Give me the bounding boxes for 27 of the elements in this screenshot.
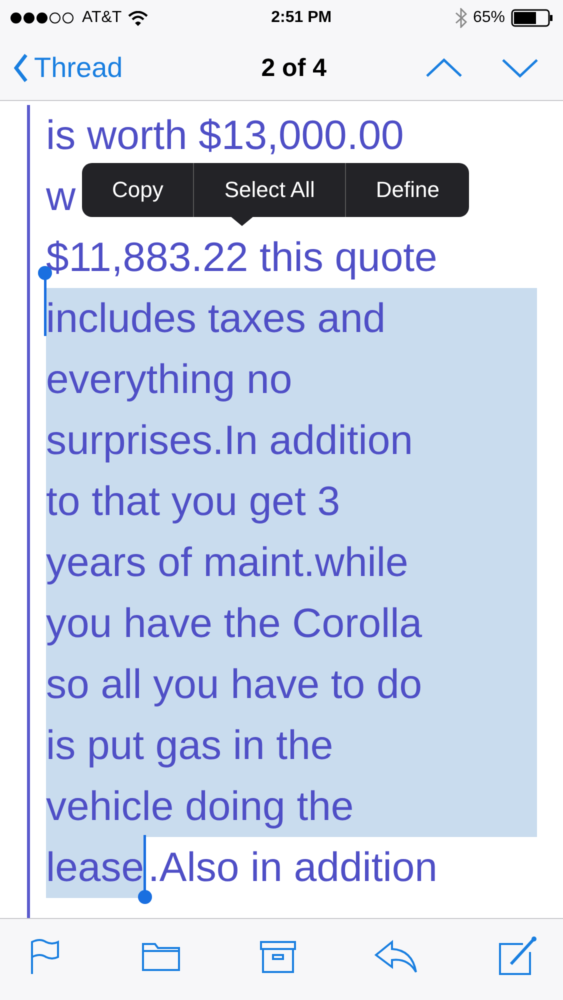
clock-time: 2:51 PM [271,9,332,27]
message-text: .Also in addition [148,843,438,892]
wifi-icon [128,10,148,26]
menu-item[interactable]: Copy [82,163,194,217]
carrier-name: AT&T [82,9,122,27]
message-text: vehicle doing the [46,776,537,837]
message-text: is put gas in the [46,715,537,776]
message-text: w [46,172,76,221]
battery-percent: 65% [472,9,505,27]
message-text: so all you have to do [46,654,537,715]
message-text: years of maint.while [46,532,537,593]
chevron-left-icon [14,53,28,83]
message-text: everything no [46,349,537,410]
message-counter: 2 of 4 [261,54,326,82]
back-button[interactable]: Thread [14,52,123,84]
battery-icon [510,9,553,27]
message-text: $11,883.22 this quote [46,233,438,282]
message-text: lease [46,837,144,898]
bluetooth-icon [454,8,467,28]
compose-icon[interactable] [497,936,537,976]
message-text: you have the Corolla [46,593,537,654]
menu-item[interactable]: Define [344,163,470,217]
message-text: to that you get 3 [46,471,537,532]
message-text: is worth $13,000.00 [46,111,404,160]
message-text: surprises.In addition [46,410,537,471]
message-text: includes taxes and [46,288,537,349]
signal-icon [10,12,76,24]
